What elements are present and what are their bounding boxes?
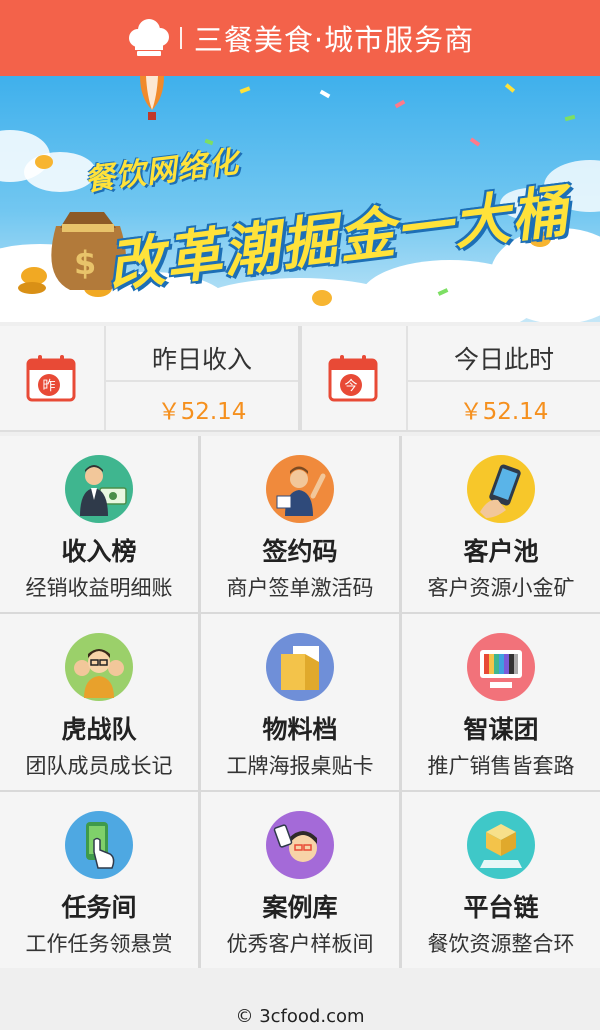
- stat-value: ￥52.14: [459, 399, 549, 425]
- grid-item-tasks[interactable]: 任务间 工作任务领悬赏: [0, 792, 198, 968]
- grid-item-title: 案例库: [262, 893, 338, 922]
- feature-grid: 收入榜 经销收益明细账 签约码 商户签单激活码 客户池 客户资源小金矿 虎战队 …: [0, 436, 600, 968]
- stat-label: 今日此时: [453, 345, 554, 374]
- showcase-icon: [266, 811, 334, 879]
- footer-copyright: © 3cfood.com: [235, 1006, 365, 1027]
- folder-icon: [266, 633, 334, 701]
- stat-label: 昨日收入: [151, 345, 252, 374]
- stat-value: ￥52.14: [157, 399, 247, 425]
- header-divider: [179, 27, 182, 49]
- calendar-today-char: 今: [344, 378, 357, 394]
- grid-item-platform[interactable]: 平台链 餐饮资源整合环: [402, 792, 600, 968]
- grid-item-title: 虎战队: [61, 715, 137, 744]
- svg-text:$: $: [74, 244, 96, 282]
- cube-icon: [467, 811, 535, 879]
- grid-item-desc: 商户签单激活码: [226, 576, 374, 600]
- grid-item-desc: 优秀客户样板间: [226, 932, 374, 956]
- app-header: 三餐美食·城市服务商: [0, 0, 600, 76]
- grid-item-desc: 经销收益明细账: [25, 576, 173, 600]
- stat-yesterday-income[interactable]: 昨 昨日收入 ￥52.14: [0, 326, 298, 430]
- team-icon: [65, 633, 133, 701]
- grid-item-title: 智谋团: [463, 715, 539, 744]
- page-title: 三餐美食·城市服务商: [193, 23, 475, 57]
- grid-item-title: 平台链: [463, 893, 539, 922]
- income-stats: 昨 昨日收入 ￥52.14 今 今日此时 ￥52.14: [0, 326, 600, 432]
- calendar-yesterday-char: 昨: [42, 379, 55, 394]
- grid-item-title: 签约码: [262, 537, 338, 566]
- promo-banner[interactable]: $ 餐饮网络化 改革潮掘金一大桶: [0, 76, 600, 322]
- grid-item-desc: 餐饮资源整合环: [427, 932, 575, 956]
- grid-item-desc: 工作任务领悬赏: [25, 932, 173, 956]
- signing-icon: [266, 455, 334, 523]
- chef-hat-logo-icon: [128, 19, 169, 56]
- touch-phone-icon: [65, 811, 133, 879]
- grid-item-desc: 工牌海报桌贴卡: [226, 754, 374, 778]
- grid-item-desc: 团队成员成长记: [25, 754, 173, 778]
- balloon-icon: [140, 76, 164, 120]
- grid-item-team[interactable]: 虎战队 团队成员成长记: [0, 614, 198, 790]
- grid-item-title: 物料档: [262, 715, 338, 744]
- grid-item-title: 收入榜: [61, 537, 137, 566]
- monitor-icon: [467, 633, 535, 701]
- phone-icon: [467, 455, 535, 523]
- grid-item-strategy[interactable]: 智谋团 推广销售皆套路: [402, 614, 600, 790]
- stat-divider: [408, 380, 600, 382]
- grid-item-title: 客户池: [463, 537, 539, 566]
- grid-item-cases[interactable]: 案例库 优秀客户样板间: [201, 792, 399, 968]
- grid-item-earnings[interactable]: 收入榜 经销收益明细账: [0, 436, 198, 612]
- grid-item-desc: 推广销售皆套路: [427, 754, 575, 778]
- grid-item-materials[interactable]: 物料档 工牌海报桌贴卡: [201, 614, 399, 790]
- calendar-today-icon: 今: [328, 355, 378, 402]
- calendar-yesterday-icon: 昨: [26, 355, 76, 402]
- grid-item-customer-pool[interactable]: 客户池 客户资源小金矿: [402, 436, 600, 612]
- grid-item-signing-code[interactable]: 签约码 商户签单激活码: [201, 436, 399, 612]
- grid-item-title: 任务间: [61, 893, 137, 922]
- grid-item-desc: 客户资源小金矿: [427, 576, 575, 600]
- stat-today-income[interactable]: 今 今日此时 ￥52.14: [302, 326, 600, 430]
- stat-divider: [106, 380, 298, 382]
- earnings-icon: [65, 455, 133, 523]
